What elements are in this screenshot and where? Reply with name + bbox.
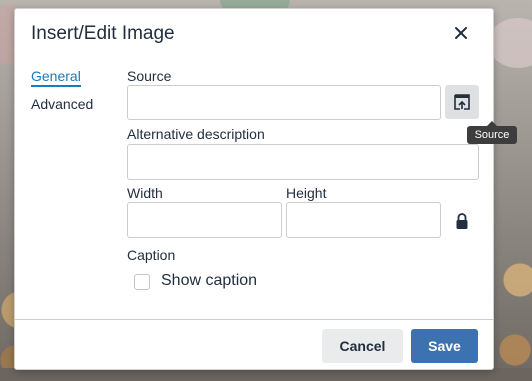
source-tooltip: Source xyxy=(467,121,517,144)
source-input[interactable] xyxy=(127,85,441,120)
upload-icon xyxy=(454,94,470,110)
alt-description-label: Alternative description xyxy=(127,126,265,142)
close-button[interactable] xyxy=(451,23,471,43)
tab-advanced[interactable]: Advanced xyxy=(31,96,93,112)
dialog-title: Insert/Edit Image xyxy=(31,23,175,44)
lock-icon xyxy=(456,213,468,229)
width-input[interactable] xyxy=(127,202,282,238)
show-caption-label[interactable]: Show caption xyxy=(161,272,257,290)
width-label: Width xyxy=(127,185,163,201)
background-image-right xyxy=(495,250,532,380)
constrain-proportions-button[interactable] xyxy=(455,212,469,230)
height-label: Height xyxy=(286,185,327,201)
close-icon xyxy=(455,27,467,39)
browse-source-button[interactable] xyxy=(445,85,479,119)
background-logo-right xyxy=(488,18,532,68)
alt-description-input[interactable] xyxy=(127,144,479,180)
dialog-footer: Cancel Save xyxy=(15,319,493,371)
tab-general[interactable]: General xyxy=(31,68,81,87)
dialog-header: Insert/Edit Image xyxy=(15,9,493,59)
insert-image-dialog: Insert/Edit Image General Advanced Sourc… xyxy=(14,8,517,371)
source-label: Source xyxy=(127,68,172,84)
caption-label: Caption xyxy=(127,247,176,263)
cancel-button[interactable]: Cancel xyxy=(322,329,403,363)
height-input[interactable] xyxy=(286,202,441,238)
show-caption-checkbox[interactable] xyxy=(134,274,150,290)
save-button[interactable]: Save xyxy=(411,329,478,363)
